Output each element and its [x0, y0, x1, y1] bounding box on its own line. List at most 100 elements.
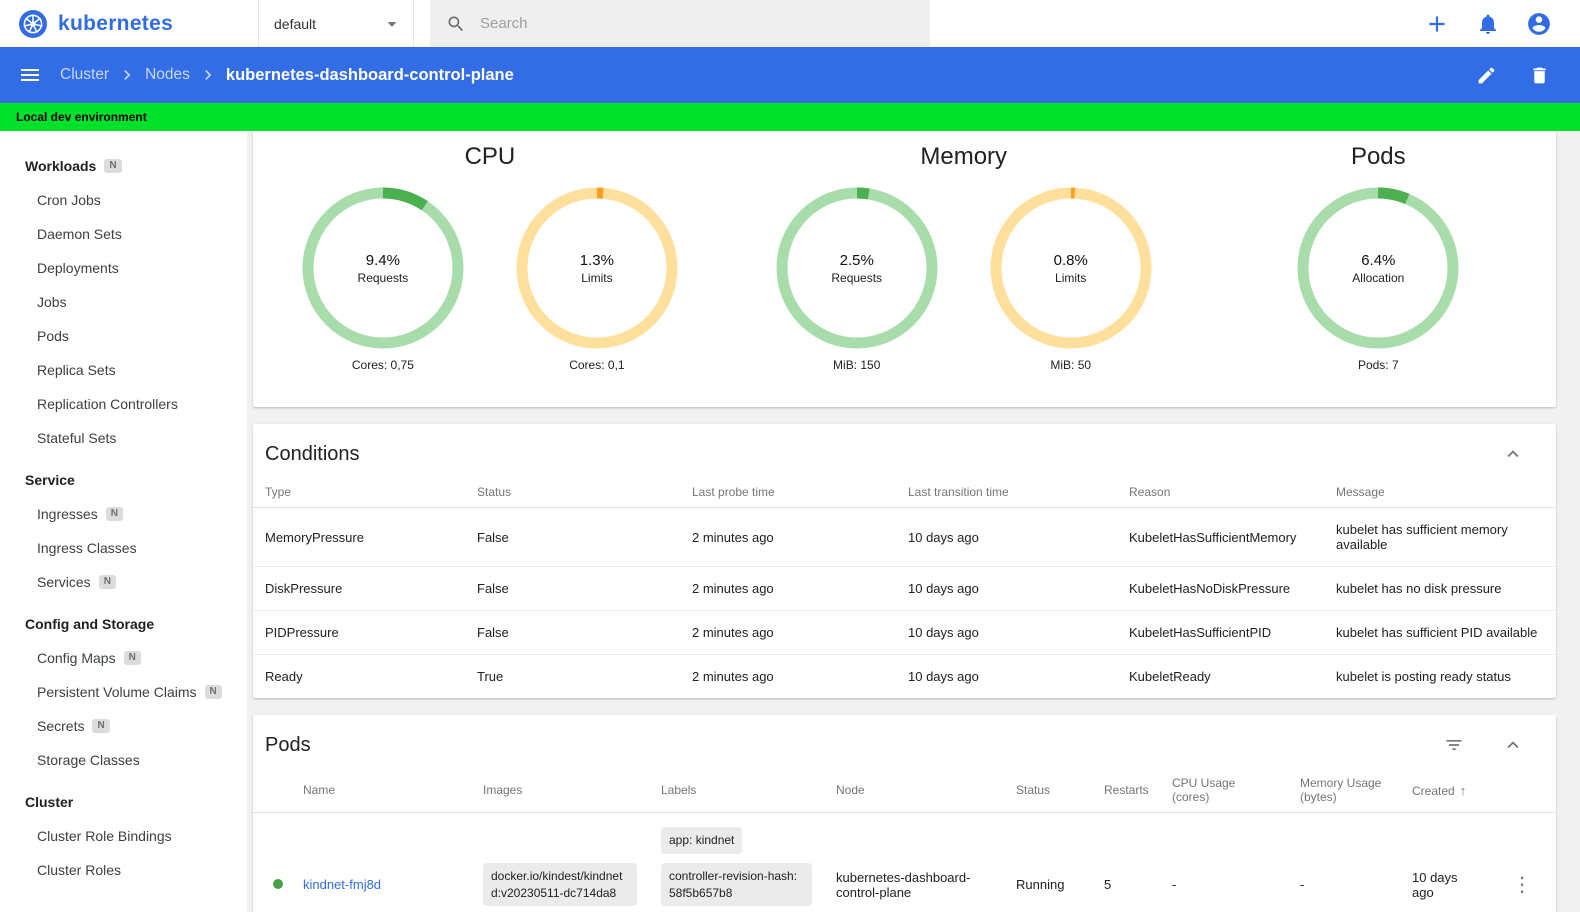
page-title: kubernetes-dashboard-control-plane [225, 65, 514, 84]
donut-memory-requests: 2.5% Requests MiB: 150 [774, 185, 940, 372]
sidebar-item-secrets[interactable]: Secrets N [0, 709, 247, 743]
bell-icon [1480, 14, 1496, 34]
column-header-label: Labels [661, 783, 697, 797]
sidebar-item-deployments[interactable]: Deployments [0, 251, 247, 285]
cell-status: False [465, 610, 680, 655]
cell-status: False [477, 529, 509, 545]
sidebar-section-cluster: Cluster [0, 785, 247, 819]
edit-button[interactable] [1474, 63, 1499, 88]
donut-pods-allocation: 6.4% Allocation Pods: 7 [1295, 185, 1461, 372]
cell-message: kubelet has sufficient PID available [1324, 610, 1556, 655]
column-header-last-transition-time: Last transition time [896, 477, 1117, 508]
cell-type: Ready [253, 654, 465, 698]
sidebar-section-label: Service [25, 472, 75, 488]
new-badge: N [92, 719, 110, 733]
pod-cpu-usage: - [1172, 877, 1177, 893]
sidebar-section-workloads[interactable]: Workloads N [0, 149, 247, 183]
sidebar-item-ingresses[interactable]: Ingresses N [0, 497, 247, 531]
pod-name-link[interactable]: kindnet-fmj8d [303, 877, 381, 892]
column-header-node: Node [824, 768, 1004, 813]
pods-body: kindnet-fmj8d docker.io/kindest/kindnetd:… [253, 813, 1556, 912]
donut-ring: 6.4% Allocation [1295, 185, 1461, 351]
sidebar-item-services[interactable]: Services N [0, 565, 247, 599]
sidebar-item-label: Cluster Roles [37, 862, 122, 878]
home-logo-link[interactable]: kubernetes [0, 9, 258, 39]
sidebar-item-replica-sets[interactable]: Replica Sets [0, 353, 247, 387]
account-button[interactable] [1524, 9, 1554, 39]
column-header-status: Status [465, 477, 680, 508]
chevron-up-icon [1507, 741, 1519, 749]
pods-header-row: Name Images Labels Node Status Restarts CPU Us… [253, 768, 1556, 813]
sidebar-item-replication-controllers[interactable]: Replication Controllers [0, 387, 247, 421]
donut-metric-label: Requests [357, 270, 409, 285]
allocation-group-title: CPU [464, 143, 516, 170]
column-header-created[interactable]: Created ↑ [1400, 768, 1492, 813]
sidebar-item-label: Daemon Sets [37, 226, 122, 242]
search-bar[interactable] [430, 0, 930, 47]
breadcrumb-link-cluster[interactable]: Cluster [60, 66, 109, 84]
sidebar-item-label: Pods [37, 328, 69, 344]
donut-center: 0.8% Limits [988, 185, 1154, 351]
column-header-label: Created [1412, 783, 1455, 798]
donut-metric-label: Allocation [1352, 270, 1405, 285]
filter-button[interactable] [1442, 733, 1466, 757]
donut-caption: Cores: 0,75 [351, 358, 414, 372]
donut-ring: 9.4% Requests [300, 185, 466, 351]
column-header-label: Node [836, 783, 865, 797]
donut-percentage: 2.5% [839, 251, 874, 269]
table-row: DiskPressure False 2 minutes ago 10 days ag… [253, 566, 1556, 611]
column-header-status-dot [253, 768, 291, 813]
pods-title: Pods [265, 733, 311, 756]
donut-caption: Pods: 7 [1357, 358, 1399, 372]
chevron-up-icon [1507, 450, 1519, 458]
cell-last-probe-time: 2 minutes ago [680, 610, 896, 655]
cell-last-probe-time: 2 minutes ago [680, 566, 896, 611]
new-badge: N [104, 159, 122, 173]
cell-status: True [465, 654, 680, 698]
sidebar-item-cron-jobs[interactable]: Cron Jobs [0, 183, 247, 217]
search-input[interactable] [480, 15, 914, 32]
table-row: Ready True 2 minutes ago 10 days ago Kubelet… [253, 654, 1556, 698]
label-chip-stack: app: kindnet controller-revision-hash: 58… [661, 827, 812, 912]
column-header-label: Memory Usage (bytes) [1300, 776, 1382, 804]
new-badge: N [204, 685, 222, 699]
donut-caption: MiB: 150 [833, 358, 881, 372]
namespace-selector[interactable]: default [258, 0, 414, 47]
notifications-button[interactable] [1474, 10, 1502, 38]
column-header-label: Restarts [1104, 783, 1149, 797]
sidebar-item-stateful-sets[interactable]: Stateful Sets [0, 421, 247, 455]
column-header-images: Images [471, 768, 649, 813]
more-options-button[interactable]: ⋮ [1504, 871, 1540, 899]
cell-last-transition-time: 10 days ago [908, 529, 979, 545]
delete-button[interactable] [1527, 63, 1552, 88]
sidebar-item-jobs[interactable]: Jobs [0, 285, 247, 319]
cell-reason: KubeletHasSufficientPID [1117, 610, 1324, 655]
user-icon [1528, 12, 1550, 35]
sidebar-item-persistent-volume-claims[interactable]: Persistent Volume Claims N [0, 675, 247, 709]
cell-type: PIDPressure [253, 610, 465, 655]
create-resource-button[interactable] [1422, 9, 1452, 39]
sidebar-item-ingress-classes[interactable]: Ingress Classes [0, 531, 247, 565]
cell-message: kubelet has no disk pressure [1324, 566, 1556, 611]
sidebar-item-config-maps[interactable]: Config Maps N [0, 641, 247, 675]
pods-header: Pods [253, 715, 1556, 768]
sidebar-item-daemon-sets[interactable]: Daemon Sets [0, 217, 247, 251]
sidebar-item-pods[interactable]: Pods [0, 319, 247, 353]
sidebar-section-label: Cluster [25, 794, 74, 810]
sidebar-item-cluster-role-bindings[interactable]: Cluster Role Bindings [0, 819, 247, 853]
sidebar-item-label: Deployments [37, 260, 119, 276]
allocation-group-memory: Memory 2.5% Requests MiB: 150 0.8% Limits MiB:… [727, 143, 1201, 372]
hamburger-icon [21, 69, 39, 81]
sidebar-item-label: Services [37, 574, 91, 590]
menu-button[interactable] [16, 61, 44, 89]
cell-type: DiskPressure [253, 566, 465, 611]
sidebar-item-storage-classes[interactable]: Storage Classes [0, 743, 247, 777]
collapse-pods-button[interactable] [1500, 732, 1526, 758]
conditions-body: MemoryPressure False 2 minutes ago 10 days … [253, 508, 1556, 698]
sidebar-item-cluster-roles[interactable]: Cluster Roles [0, 853, 247, 887]
collapse-conditions-button[interactable] [1500, 441, 1526, 467]
column-header-memory-usage-bytes: Memory Usage (bytes) [1288, 768, 1400, 813]
pods-card: Pods Name Images Labels Node Status Restarts C… [253, 715, 1556, 912]
breadcrumb-link-nodes[interactable]: Nodes [145, 66, 190, 84]
cell-message: kubelet has sufficient memory available [1336, 522, 1508, 552]
